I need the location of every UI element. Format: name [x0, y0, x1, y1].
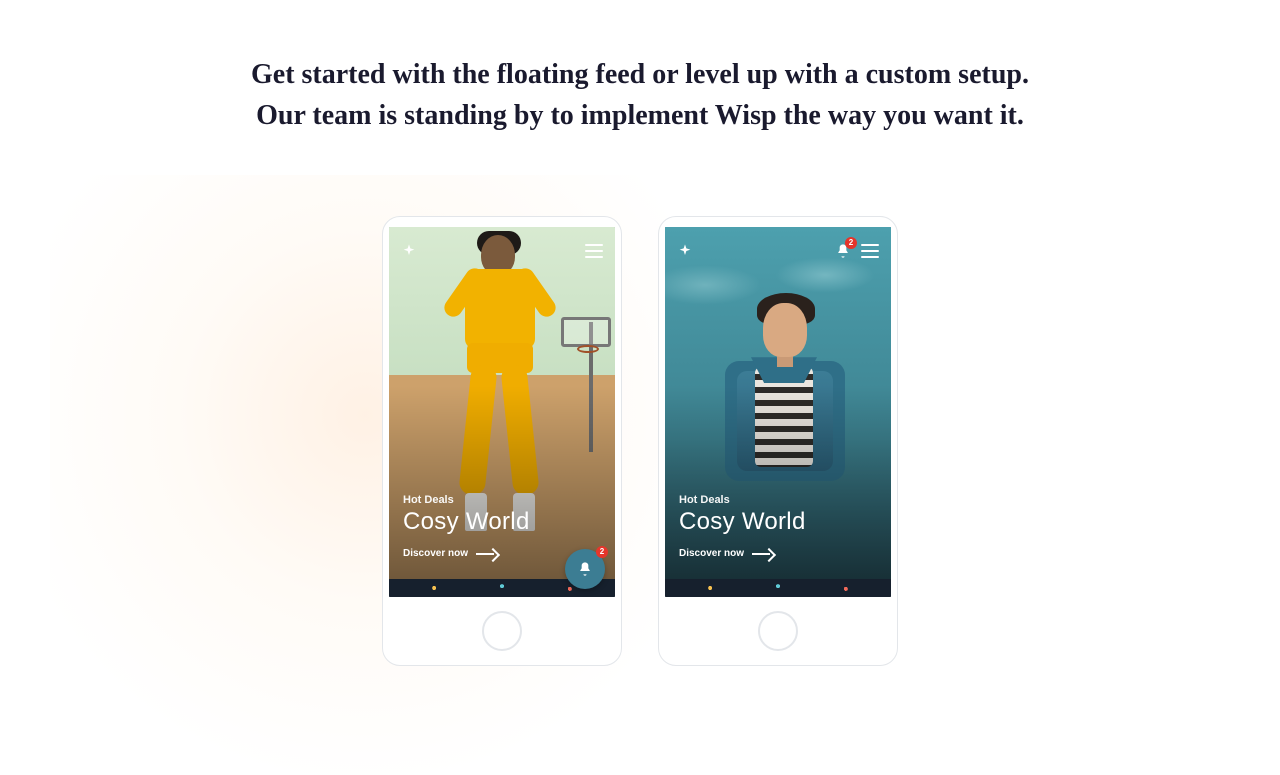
floating-bell-button[interactable]: 2 [565, 549, 605, 589]
arrow-right-icon [476, 550, 498, 558]
headline-line-1: Get started with the floating feed or le… [0, 55, 1280, 96]
menu-icon[interactable] [585, 244, 603, 258]
notification-badge: 2 [845, 237, 857, 249]
headline-line-2: Our team is standing by to implement Wis… [0, 96, 1280, 137]
hero-title: Cosy World [403, 508, 530, 536]
bell-icon[interactable]: 2 [835, 242, 851, 260]
discover-link[interactable]: Discover now [403, 548, 530, 559]
phone-right-screen: 2 Hot Deals Cosy World Discover now [665, 227, 891, 597]
hero-image-right: 2 Hot Deals Cosy World Discover now [665, 227, 891, 579]
home-button[interactable] [758, 611, 798, 651]
hero-text-right: Hot Deals Cosy World Discover now [679, 494, 806, 559]
hero-subtitle: Hot Deals [403, 494, 530, 506]
home-button[interactable] [482, 611, 522, 651]
cta-label: Discover now [403, 548, 468, 559]
topbar-left [401, 239, 603, 263]
headline: Get started with the floating feed or le… [0, 55, 1280, 136]
arrow-right-icon [752, 550, 774, 558]
cta-label: Discover now [679, 548, 744, 559]
menu-icon[interactable] [861, 244, 879, 258]
phone-left: Hot Deals Cosy World Discover now 2 [382, 216, 622, 666]
hero-image-left: Hot Deals Cosy World Discover now 2 [389, 227, 615, 579]
phone-mockups: Hot Deals Cosy World Discover now 2 [0, 216, 1280, 666]
sparkle-icon[interactable] [677, 243, 693, 259]
phone-right: 2 Hot Deals Cosy World Discover now [658, 216, 898, 666]
hero-text-left: Hot Deals Cosy World Discover now [403, 494, 530, 559]
discover-link[interactable]: Discover now [679, 548, 806, 559]
topbar-right: 2 [677, 239, 879, 263]
feed-preview-strip [665, 579, 891, 597]
hero-title: Cosy World [679, 508, 806, 536]
phone-left-screen: Hot Deals Cosy World Discover now 2 [389, 227, 615, 597]
hero-subtitle: Hot Deals [679, 494, 806, 506]
sparkle-icon[interactable] [401, 243, 417, 259]
